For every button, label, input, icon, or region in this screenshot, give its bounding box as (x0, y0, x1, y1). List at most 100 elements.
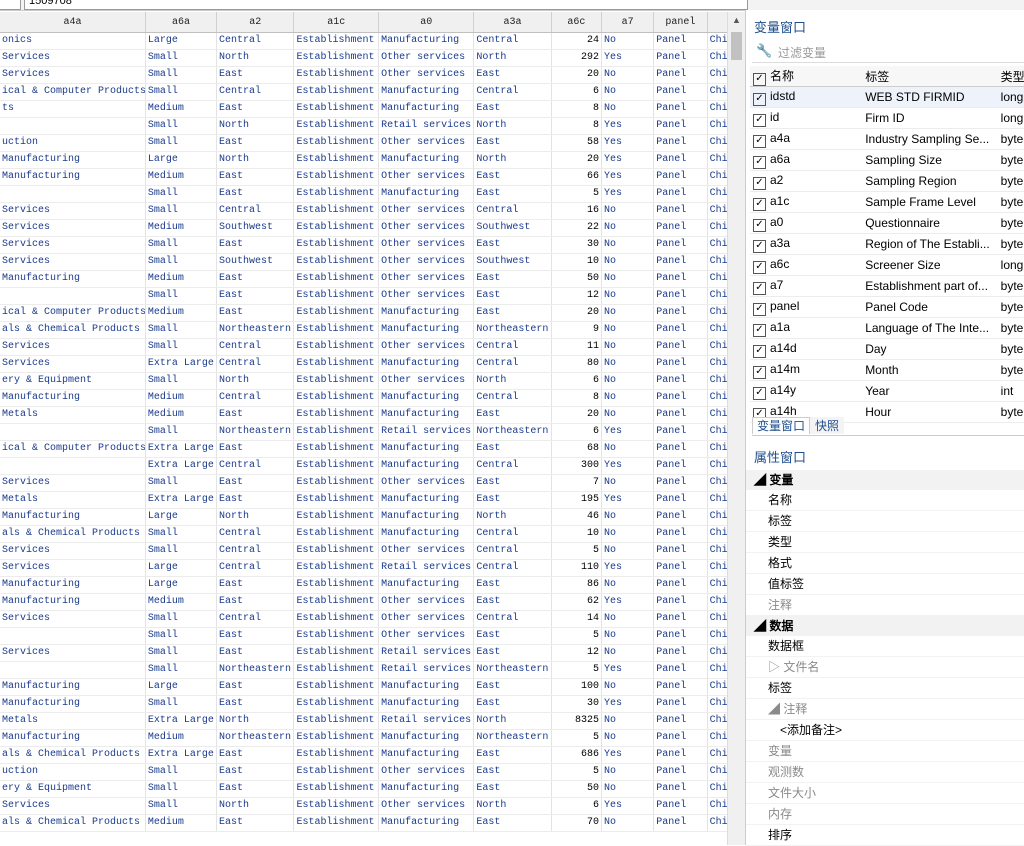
table-cell[interactable] (0, 457, 146, 475)
table-cell[interactable]: Establishment (293, 559, 380, 577)
table-cell[interactable]: North (216, 508, 295, 526)
table-cell[interactable]: Panel (653, 117, 708, 135)
table-cell[interactable]: East (216, 440, 295, 458)
table-row[interactable]: ical & Computer Products Small Central Esta… (0, 83, 727, 101)
table-cell[interactable]: Panel (653, 610, 708, 628)
table-cell[interactable]: No (601, 304, 655, 322)
table-cell[interactable]: Central (473, 525, 552, 543)
table-cell[interactable]: North (473, 712, 552, 730)
table-cell[interactable]: East (473, 491, 552, 509)
table-cell[interactable]: Chir (707, 321, 727, 339)
table-cell[interactable]: Central (473, 559, 552, 577)
table-cell[interactable]: Yes (601, 185, 655, 203)
table-cell[interactable]: Establishment (293, 236, 380, 254)
column-header[interactable]: a7 (601, 12, 655, 33)
table-cell[interactable]: Chir (707, 270, 727, 288)
table-cell[interactable]: Manufacturing (0, 270, 146, 288)
table-cell[interactable]: Establishment (293, 270, 380, 288)
table-cell[interactable]: Panel (653, 219, 708, 237)
table-cell[interactable]: Chir (707, 66, 727, 84)
table-cell[interactable]: Extra Large (145, 491, 218, 509)
table-cell[interactable]: Small (145, 83, 218, 101)
scroll-thumb[interactable] (731, 32, 742, 60)
table-cell[interactable]: Other services (378, 270, 475, 288)
table-cell[interactable]: Panel (653, 185, 708, 203)
table-cell[interactable]: Establishment (293, 389, 380, 407)
table-cell[interactable]: Panel (653, 814, 708, 832)
table-cell[interactable] (0, 423, 146, 441)
table-cell[interactable]: Panel (653, 457, 708, 475)
table-cell[interactable]: Central (473, 32, 552, 50)
select-all-checkbox[interactable]: ✓ (753, 72, 766, 86)
table-cell[interactable]: Other services (378, 372, 475, 390)
table-cell[interactable]: Manufacturing (0, 593, 146, 611)
table-row[interactable]: Metals Extra Large East Establishment Manufa… (0, 491, 727, 509)
table-cell[interactable]: Other services (378, 219, 475, 237)
table-cell[interactable]: Medium (145, 406, 218, 424)
table-cell[interactable]: 68 (551, 440, 602, 458)
table-cell[interactable]: East (473, 746, 552, 764)
table-row[interactable]: Services Small East Establishment Other serv… (0, 66, 727, 84)
table-cell[interactable]: Establishment (293, 576, 380, 594)
table-cell[interactable]: Small (145, 661, 218, 679)
table-cell[interactable]: East (216, 780, 295, 798)
table-cell[interactable]: Chir (707, 100, 727, 118)
table-cell[interactable]: Establishment (293, 372, 380, 390)
table-cell[interactable]: Yes (601, 49, 655, 67)
table-cell[interactable]: Manufacturing (0, 695, 146, 713)
table-cell[interactable]: Manufacturing (378, 440, 475, 458)
property-section[interactable]: ◢ 变量 (746, 470, 1024, 490)
variable-row[interactable]: ✓ idstd WEB STD FIRMID long (750, 86, 1024, 108)
table-cell[interactable]: East (216, 304, 295, 322)
variable-filter[interactable]: 🔧 过滤变量 (752, 40, 1024, 63)
table-cell[interactable]: Establishment (293, 32, 380, 50)
table-cell[interactable]: 292 (551, 49, 602, 67)
table-cell[interactable]: North (216, 797, 295, 815)
table-cell[interactable]: Yes (601, 168, 655, 186)
table-cell[interactable]: Retail services (378, 712, 475, 730)
table-cell[interactable]: Services (0, 236, 146, 254)
table-cell[interactable]: Establishment (293, 168, 380, 186)
variable-row[interactable]: ✓ panel Panel Code byte (750, 296, 1024, 318)
table-cell[interactable]: Other services (378, 338, 475, 356)
table-cell[interactable]: Establishment (293, 83, 380, 101)
table-cell[interactable]: 6 (551, 372, 602, 390)
table-cell[interactable]: Extra Large (145, 440, 218, 458)
table-cell[interactable]: Other services (378, 236, 475, 254)
table-cell[interactable]: Establishment (293, 202, 380, 220)
table-cell[interactable]: East (216, 270, 295, 288)
table-cell[interactable]: Other services (378, 202, 475, 220)
table-cell[interactable]: Establishment (293, 644, 380, 662)
table-cell[interactable]: North (473, 372, 552, 390)
table-cell[interactable] (0, 627, 146, 645)
property-item[interactable]: 数据框 (746, 636, 1024, 657)
table-cell[interactable]: No (601, 525, 655, 543)
table-cell[interactable]: North (473, 117, 552, 135)
table-cell[interactable]: 110 (551, 559, 602, 577)
table-cell[interactable]: 10 (551, 525, 602, 543)
table-cell[interactable]: 5 (551, 729, 602, 747)
table-cell[interactable]: East (473, 236, 552, 254)
table-cell[interactable]: Panel (653, 729, 708, 747)
table-cell[interactable]: Chir (707, 610, 727, 628)
table-cell[interactable]: Establishment (293, 474, 380, 492)
variable-row[interactable]: ✓ a6a Sampling Size byte (750, 149, 1024, 171)
table-cell[interactable]: Establishment (293, 525, 380, 543)
table-cell[interactable]: Northeastern (216, 423, 295, 441)
table-cell[interactable]: Central (473, 610, 552, 628)
table-cell[interactable]: Chir (707, 695, 727, 713)
table-cell[interactable]: Establishment (293, 627, 380, 645)
table-row[interactable]: Small Northeastern Establishment Retail ser… (0, 423, 727, 441)
table-row[interactable]: Manufacturing Medium East Establishment Othe… (0, 168, 727, 186)
table-row[interactable]: Small East Establishment Other services East… (0, 627, 727, 645)
table-cell[interactable]: Manufacturing (378, 100, 475, 118)
table-cell[interactable]: Extra Large (145, 355, 218, 373)
table-cell[interactable]: 8325 (551, 712, 602, 730)
table-cell[interactable]: Panel (653, 491, 708, 509)
table-cell[interactable]: 195 (551, 491, 602, 509)
table-cell[interactable]: Chir (707, 32, 727, 50)
table-row[interactable]: Services Small North Establishment Other ser… (0, 49, 727, 67)
table-cell[interactable]: Yes (601, 661, 655, 679)
variable-checkbox[interactable]: ✓ (753, 323, 766, 337)
table-cell[interactable]: East (216, 168, 295, 186)
